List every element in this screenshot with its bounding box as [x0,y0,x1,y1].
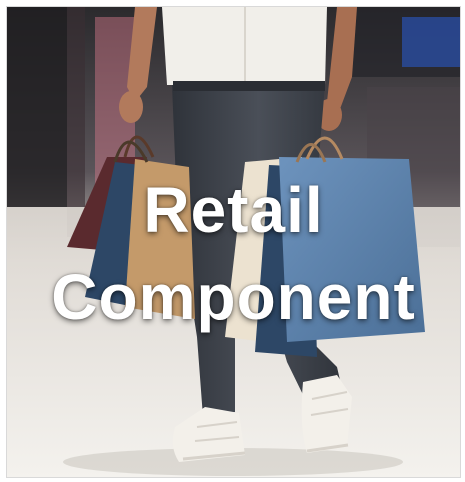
title-line-retail: Retail [143,174,324,246]
retail-component-card[interactable]: Retail Component [6,6,461,478]
title-line-component: Component [51,261,416,333]
